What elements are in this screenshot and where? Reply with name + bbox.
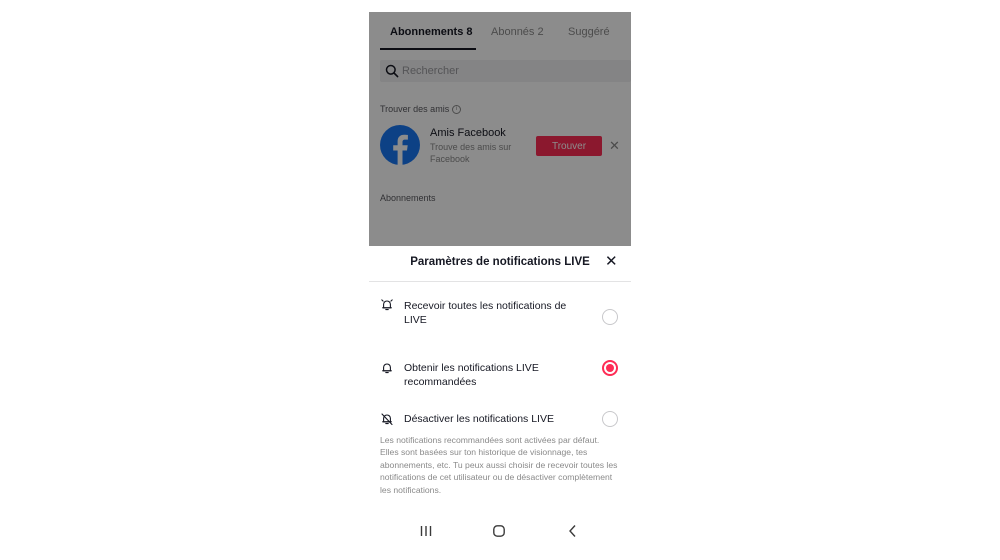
sheet-footnote: Les notifications recommandées sont acti…	[380, 435, 618, 495]
bell-off-icon	[380, 412, 394, 431]
option-label-disable: Désactiver les notifications LIVE	[404, 413, 554, 425]
home-icon[interactable]	[492, 524, 506, 543]
back-icon[interactable]	[566, 524, 580, 543]
radio-disable-notifications[interactable]	[602, 411, 618, 427]
bell-ringing-icon	[380, 298, 394, 317]
modal-overlay[interactable]	[369, 12, 631, 246]
bell-icon	[380, 361, 394, 380]
live-notifications-sheet: Paramètres de notifications LIVE ✕ Recev…	[369, 246, 631, 560]
system-nav-bar	[369, 520, 631, 542]
recent-apps-icon[interactable]	[419, 524, 433, 543]
divider	[369, 281, 631, 282]
following-screen: Abonnements 8 Abonnés 2 Suggéré Trouver …	[369, 12, 631, 246]
close-icon[interactable]: ✕	[605, 254, 618, 270]
radio-all-notifications[interactable]	[602, 309, 618, 325]
sheet-title: Paramètres de notifications LIVE	[410, 256, 590, 268]
radio-recommended-notifications[interactable]	[602, 360, 618, 376]
phone-screen: Abonnements 8 Abonnés 2 Suggéré Trouver …	[369, 12, 631, 560]
option-label-all: Recevoir toutes les notifications de LIV…	[404, 300, 567, 326]
option-label-recommended: Obtenir les notifications LIVE recommand…	[404, 362, 539, 388]
